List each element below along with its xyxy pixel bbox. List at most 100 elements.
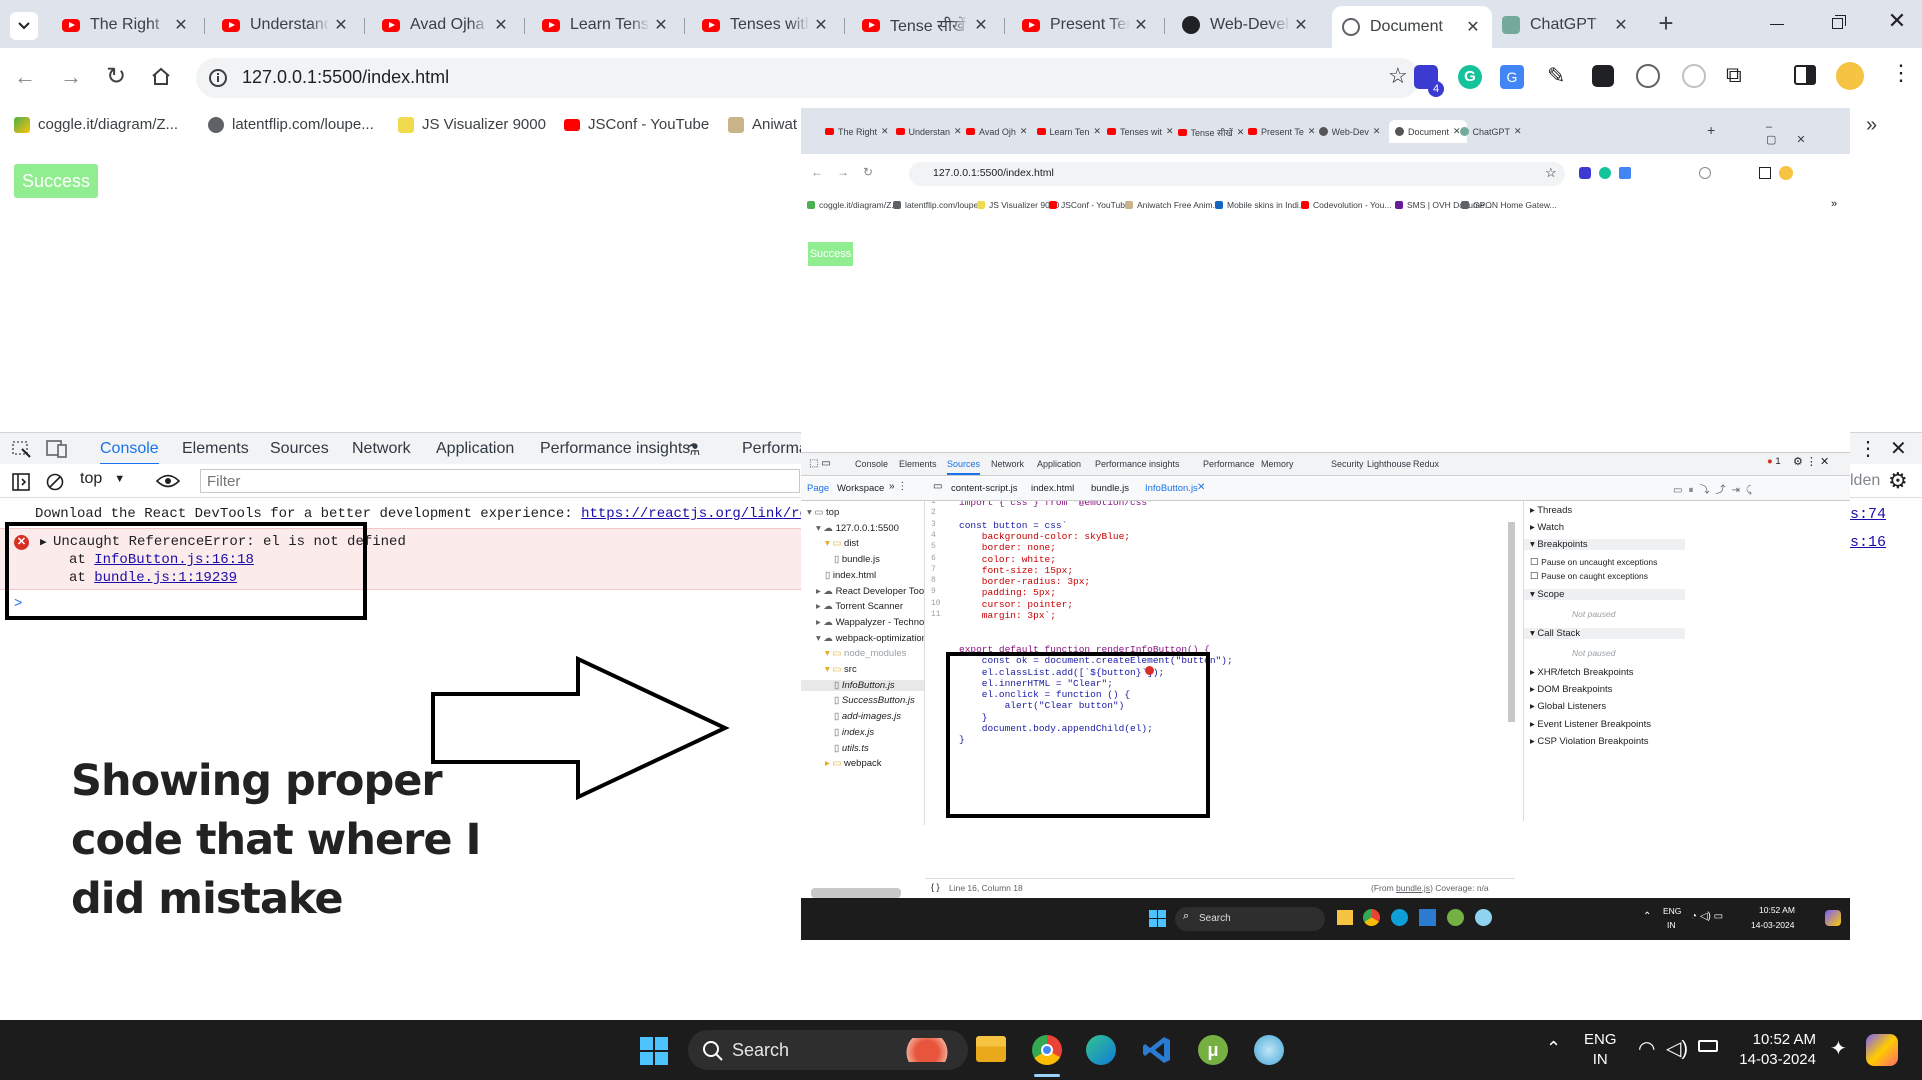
- notification-bell-icon[interactable]: ✦: [1830, 1036, 1847, 1061]
- browser-tab[interactable]: Avad Ojha ✕: [372, 8, 520, 42]
- bookmark-icon: [1215, 201, 1223, 209]
- clear-console-icon[interactable]: [46, 473, 64, 491]
- code-line: import { css } from '@emotion/css': [959, 501, 1153, 508]
- chrome-icon[interactable]: [1032, 1035, 1062, 1065]
- back-button[interactable]: ←: [14, 64, 36, 90]
- browser-tab[interactable]: ChatGPT ✕: [1492, 8, 1640, 42]
- context-selector[interactable]: top ▼: [80, 470, 125, 488]
- close-window-button[interactable]: ✕: [1882, 8, 1912, 38]
- embedded-highlight-box: [946, 652, 1210, 818]
- browser-tab[interactable]: Tense सीखें ✕: [852, 8, 1000, 42]
- embedded-address-bar: 127.0.0.1:5500/index.html ☆: [909, 162, 1565, 186]
- clock[interactable]: 10:52 AM 14-03-2024: [1736, 1030, 1816, 1070]
- close-tab-icon[interactable]: ✕: [1130, 15, 1152, 35]
- browser-tab[interactable]: Present Tense✕: [1012, 8, 1160, 42]
- tab-search-button[interactable]: [10, 12, 38, 40]
- close-tab-icon[interactable]: ✕: [330, 15, 352, 35]
- devtools-tab-elements[interactable]: Elements: [182, 440, 249, 458]
- embedded-tab: ChatGPT ✕: [1459, 126, 1522, 137]
- eyedropper-icon[interactable]: ✎: [1547, 63, 1565, 89]
- file-icon: ▯: [834, 679, 842, 691]
- devtools-kebab-icon[interactable]: ⋮: [1858, 436, 1878, 461]
- sidebar-toggle-icon[interactable]: [12, 473, 30, 491]
- edge-icon[interactable]: [1086, 1035, 1116, 1065]
- bookmark-star-icon[interactable]: ☆: [1388, 63, 1408, 89]
- youtube-icon: [862, 18, 880, 32]
- react-devtools-link[interactable]: https://reactjs.org/link/rea: [581, 506, 801, 522]
- console-filter-input[interactable]: [200, 469, 800, 493]
- side-panel-icon[interactable]: [1794, 65, 1816, 85]
- devtools-tab-network[interactable]: Network: [352, 440, 411, 458]
- settings-gear-icon[interactable]: ⚙: [1888, 468, 1908, 494]
- browser-tab[interactable]: Learn Tenses✕: [532, 8, 680, 42]
- close-tab-icon[interactable]: ✕: [1610, 15, 1632, 35]
- device-toolbar-icon[interactable]: [46, 440, 68, 458]
- browser-tab[interactable]: The Right ✕: [52, 8, 200, 42]
- address-bar[interactable]: 127.0.0.1:5500/index.html ☆: [196, 58, 1420, 98]
- tab-separator: [844, 18, 845, 34]
- bookmark-item[interactable]: JSConf - YouTube: [564, 116, 709, 133]
- devtools-tab-application[interactable]: Application: [436, 440, 514, 458]
- youtube-icon: [1177, 129, 1187, 136]
- minimize-button[interactable]: [1762, 10, 1792, 38]
- devtools-tab-performance-insights[interactable]: Performance insights: [540, 440, 690, 458]
- bookmark-item[interactable]: coggle.it/diagram/Z...: [14, 116, 178, 133]
- source-link[interactable]: s:74: [1850, 506, 1886, 523]
- volume-icon[interactable]: ◁): [1666, 1036, 1688, 1061]
- avatar[interactable]: [1836, 62, 1864, 90]
- wappalyzer-icon[interactable]: [1682, 64, 1706, 88]
- menu-kebab-icon[interactable]: ⋮: [1890, 60, 1912, 86]
- close-tab-icon[interactable]: ✕: [970, 15, 992, 35]
- close-tab-icon[interactable]: ✕: [810, 15, 832, 35]
- devtools-close-icon[interactable]: ✕: [1890, 436, 1907, 461]
- browser-tab[interactable]: Document ✕: [1332, 6, 1492, 48]
- restore-button[interactable]: [1822, 10, 1852, 38]
- devtools-tab-sources[interactable]: Sources: [270, 440, 329, 458]
- browser-tab[interactable]: Understanding✕: [212, 8, 360, 42]
- bookmark-icon: [1049, 201, 1057, 209]
- app-icon[interactable]: [1254, 1035, 1284, 1065]
- home-icon: [152, 67, 170, 85]
- battery-icon[interactable]: [1698, 1040, 1718, 1052]
- start-button[interactable]: [640, 1037, 668, 1065]
- wifi-icon[interactable]: ◠: [1638, 1036, 1655, 1061]
- react-devtools-icon[interactable]: [1636, 64, 1660, 88]
- devtools-tab-performa[interactable]: Performa: [742, 440, 808, 458]
- file-explorer-icon[interactable]: [976, 1036, 1006, 1062]
- site-info-icon[interactable]: [208, 68, 228, 88]
- grammarly-icon[interactable]: G: [1458, 65, 1482, 89]
- close-tab-icon[interactable]: ✕: [490, 15, 512, 35]
- language-indicator[interactable]: ENG IN: [1584, 1030, 1617, 1070]
- close-tab-icon[interactable]: ✕: [1290, 15, 1312, 35]
- new-tab-button[interactable]: +: [1652, 10, 1680, 38]
- code-line: color: white;: [959, 553, 1056, 565]
- vscode-icon[interactable]: [1142, 1035, 1172, 1065]
- bookmark-item[interactable]: latentflip.com/loupe...: [208, 116, 374, 133]
- copilot-icon[interactable]: [1866, 1034, 1898, 1066]
- source-link[interactable]: s:16: [1850, 534, 1886, 551]
- embedded-bookmark: latentflip.com/loupe...: [893, 200, 985, 210]
- forward-button[interactable]: →: [60, 64, 82, 90]
- inspect-element-icon[interactable]: [12, 441, 32, 459]
- browser-tab[interactable]: Web-Development✕: [1172, 8, 1320, 42]
- taskbar-search[interactable]: Search: [688, 1030, 968, 1070]
- translate-icon[interactable]: G: [1500, 65, 1524, 89]
- close-tab-icon[interactable]: ✕: [1462, 17, 1484, 37]
- eye-icon[interactable]: [156, 473, 180, 489]
- close-tab-icon[interactable]: ✕: [650, 15, 672, 35]
- browser-tab[interactable]: Tenses with ✕: [692, 8, 840, 42]
- home-button[interactable]: [150, 66, 172, 91]
- show-hidden-icons-chevron[interactable]: ⌃: [1546, 1038, 1561, 1059]
- bookmark-item[interactable]: JS Visualizer 9000: [398, 116, 546, 133]
- bookmarks-overflow-chevron[interactable]: »: [1866, 114, 1877, 137]
- line-number: 3: [931, 519, 936, 529]
- bookmark-item[interactable]: Aniwat: [728, 116, 797, 133]
- embedded-file-tree: ▾ ▭ top ▾ ☁ 127.0.0.1:5500 ▾ ▭ dist ▯ bund…: [801, 501, 925, 825]
- close-tab-icon[interactable]: ✕: [170, 15, 192, 35]
- devtools-tab-console[interactable]: Console: [100, 440, 159, 465]
- ublock-icon[interactable]: [1592, 65, 1614, 87]
- reload-button[interactable]: ↻: [106, 62, 126, 91]
- success-button[interactable]: Success: [14, 164, 98, 198]
- utorrent-icon[interactable]: μ: [1198, 1035, 1228, 1065]
- extensions-puzzle-icon[interactable]: ⧉: [1726, 62, 1742, 88]
